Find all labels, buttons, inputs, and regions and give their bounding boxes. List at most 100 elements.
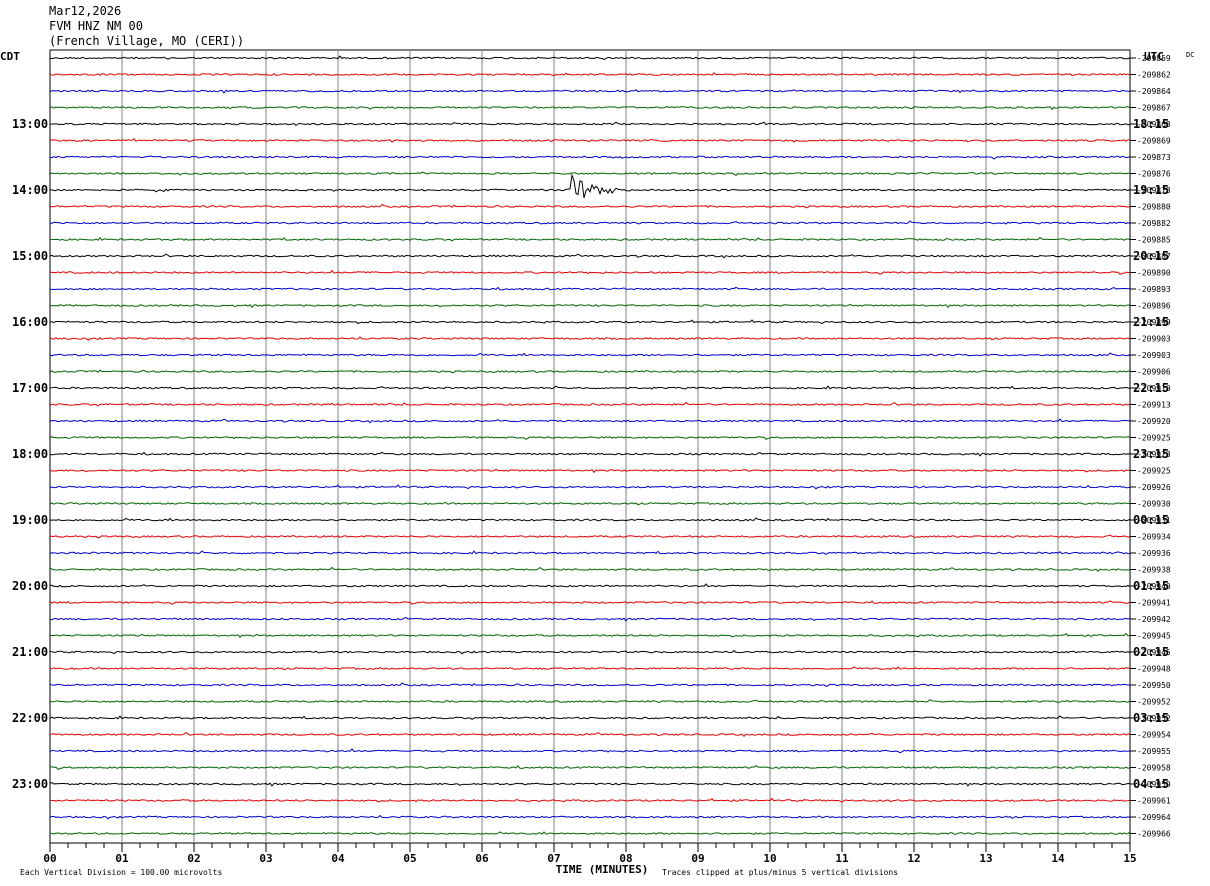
right-hour-label: 02:15 (1133, 645, 1169, 659)
seismic-trace (49, 468, 1131, 474)
seismic-trace (49, 286, 1131, 291)
x-tick-label: 05 (403, 852, 416, 865)
seismic-trace (49, 583, 1131, 588)
x-axis-label: TIME (MINUTES) (556, 863, 649, 876)
dc-offset-label: -209936 (1137, 549, 1171, 558)
dc-offset-label: -209958 (1137, 764, 1171, 773)
x-tick-label: 01 (115, 852, 129, 865)
seismic-trace (49, 253, 1131, 259)
dc-offset-label: -209926 (1137, 483, 1171, 492)
dc-offset-label: -209903 (1137, 351, 1171, 360)
right-hour-label: 01:15 (1133, 579, 1169, 593)
left-hour-label: 16:00 (12, 315, 48, 329)
left-hour-label: 22:00 (12, 711, 48, 725)
seismic-trace (49, 501, 1131, 506)
x-tick-label: 09 (691, 852, 704, 865)
x-tick-label: 12 (907, 852, 920, 865)
dc-offset-label: -209961 (1137, 797, 1171, 806)
left-hour-label: 20:00 (12, 579, 48, 593)
left-hour-label: 23:00 (12, 777, 48, 791)
x-tick-label: 13 (979, 852, 992, 865)
left-hour-label: 21:00 (12, 645, 48, 659)
seismic-trace (49, 566, 1131, 573)
seismic-trace (49, 797, 1131, 803)
dc-offset-label: -209876 (1137, 170, 1171, 179)
seismic-trace (49, 220, 1131, 225)
seismic-trace (49, 303, 1131, 309)
dc-offset-label: -209950 (1137, 681, 1171, 690)
dc-offset-label: -209966 (1137, 830, 1171, 839)
seismic-trace (49, 171, 1131, 177)
dc-offset-label: -209938 (1137, 566, 1171, 575)
right-hour-label: 04:15 (1133, 777, 1169, 791)
seismic-trace (49, 682, 1131, 687)
seismic-trace (49, 484, 1131, 490)
left-hour-label: 13:00 (12, 117, 48, 131)
seismic-trace (49, 617, 1131, 622)
seismic-trace (49, 782, 1131, 787)
x-tick-label: 04 (331, 852, 345, 865)
dc-header-label: DC (1186, 51, 1194, 59)
dc-offset-label: -209867 (1137, 104, 1171, 113)
x-tick-label: 10 (763, 852, 776, 865)
dc-offset-label: -209945 (1137, 632, 1171, 641)
seismic-trace (49, 336, 1131, 341)
seismic-trace (49, 517, 1131, 522)
seismic-trace (49, 385, 1131, 390)
dc-offset-label: -209882 (1137, 219, 1171, 228)
seismic-trace (49, 173, 1131, 198)
seismic-trace (49, 89, 1131, 94)
dc-offset-label: -209934 (1137, 533, 1171, 542)
seismic-trace (49, 352, 1131, 357)
seismic-trace (49, 534, 1131, 539)
seismic-trace (49, 698, 1131, 704)
seismic-trace (49, 203, 1131, 209)
seismic-trace (49, 550, 1131, 556)
dc-offset-label: -209955 (1137, 747, 1171, 756)
right-hour-label: 22:15 (1133, 381, 1169, 395)
dc-offset-label: -209920 (1137, 417, 1171, 426)
left-hour-label: 15:00 (12, 249, 48, 263)
clip-note: Traces clipped at plus/minus 5 vertical … (662, 868, 898, 877)
seismic-trace (49, 71, 1131, 77)
x-tick-label: 03 (259, 852, 272, 865)
left-hour-label: 14:00 (12, 183, 48, 197)
seismic-trace (49, 137, 1131, 143)
right-timezone-label: UTC (1144, 50, 1164, 63)
x-tick-label: 14 (1051, 852, 1065, 865)
seismic-trace (49, 748, 1131, 754)
seismic-trace (49, 649, 1131, 655)
seismic-trace (49, 55, 1131, 61)
x-tick-label: 00 (43, 852, 56, 865)
dc-offset-label: -209903 (1137, 335, 1171, 344)
right-hour-label: 21:15 (1133, 315, 1169, 329)
dc-offset-label: -209930 (1137, 500, 1171, 509)
seismic-trace (49, 814, 1131, 820)
dc-offset-label: -209925 (1137, 467, 1171, 476)
right-hour-label: 19:15 (1133, 183, 1169, 197)
dc-offset-label: -209941 (1137, 599, 1171, 608)
right-hour-label: 18:15 (1133, 117, 1169, 131)
dc-offset-label: -209864 (1137, 87, 1171, 96)
plot-frame (49, 49, 1131, 844)
right-hour-label: 03:15 (1133, 711, 1169, 725)
seismic-trace (49, 236, 1131, 242)
seismic-trace (49, 155, 1131, 160)
dc-offset-label: -209906 (1137, 368, 1171, 377)
seismic-trace (49, 369, 1131, 374)
dc-offset-label: -209873 (1137, 153, 1171, 162)
right-hour-label: 00:15 (1133, 513, 1169, 527)
seismic-trace (49, 105, 1131, 111)
dc-offset-label: -209964 (1137, 813, 1171, 822)
seismic-trace (49, 451, 1131, 457)
seismic-trace (49, 632, 1131, 639)
dc-offset-label: -209896 (1137, 302, 1171, 311)
dc-offset-label: -209942 (1137, 615, 1171, 624)
dc-offset-label: -209880 (1137, 203, 1171, 212)
left-timezone-label: CDT (0, 50, 20, 63)
right-hour-label: 20:15 (1133, 249, 1169, 263)
dc-offset-label: -209890 (1137, 269, 1171, 278)
seismic-trace (49, 731, 1131, 738)
dc-offset-label: -209913 (1137, 401, 1171, 410)
x-tick-label: 06 (475, 852, 489, 865)
